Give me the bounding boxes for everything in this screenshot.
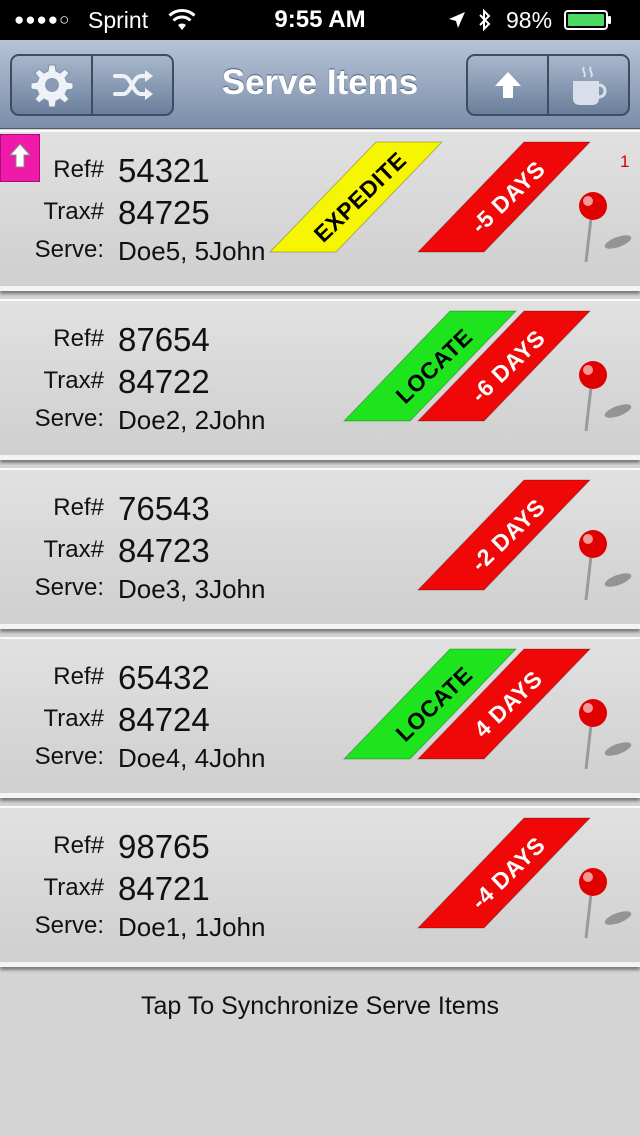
days-badge: -4 DAYS (416, 817, 598, 929)
ref-number: 98765 (118, 828, 210, 865)
serve-item-row[interactable]: Ref# 98765 Trax# 84721 Serve: Doe1, 1Joh… (0, 806, 640, 967)
battery-icon (564, 10, 611, 30)
status-bar: ●●●●○ Sprint 9:55 AM 98% (0, 0, 640, 40)
trax-label: Trax# (43, 198, 104, 225)
map-pin-icon[interactable] (574, 697, 632, 771)
right-button-group (466, 54, 630, 116)
serve-name: Doe1, 1John (118, 912, 266, 942)
serve-item-row[interactable]: Ref# 54321 Trax# 84725 Serve: Doe5, 5Joh… (0, 130, 640, 291)
trax-number: 84721 (118, 870, 210, 907)
up-arrow-icon (494, 72, 521, 98)
serve-item-row[interactable]: Ref# 65432 Trax# 84724 Serve: Doe4, 4Joh… (0, 637, 640, 798)
ref-label: Ref# (53, 832, 104, 859)
navigation-bar: Serve Items (0, 40, 640, 129)
settings-button[interactable] (12, 56, 91, 114)
serve-name: Doe2, 2John (118, 405, 266, 435)
map-pin-icon[interactable] (574, 528, 632, 602)
count-badge: 1 (620, 152, 630, 171)
days-badge: -2 DAYS (416, 479, 598, 591)
serve-label: Serve: (34, 236, 104, 263)
trax-label: Trax# (43, 705, 104, 732)
map-pin-icon[interactable] (574, 359, 632, 433)
trax-number: 84723 (118, 532, 210, 569)
bluetooth-icon (479, 8, 491, 32)
serve-label: Serve: (34, 743, 104, 770)
break-button[interactable] (547, 56, 628, 114)
serve-name: Doe3, 3John (118, 574, 266, 604)
coffee-cup-icon (572, 66, 606, 105)
trax-label: Trax# (43, 874, 104, 901)
days-badge: 4 DAYS (416, 648, 598, 760)
upload-button[interactable] (468, 56, 547, 114)
ref-number: 54321 (118, 152, 210, 189)
shuffle-button[interactable] (91, 56, 172, 114)
serve-name: Doe4, 4John (118, 743, 266, 773)
left-button-group (10, 54, 174, 116)
serve-items-list: Ref# 54321 Trax# 84725 Serve: Doe5, 5Joh… (0, 130, 640, 975)
serve-name: Doe5, 5John (118, 236, 266, 266)
location-arrow-icon (449, 12, 465, 28)
synchronize-button[interactable]: Tap To Synchronize Serve Items (0, 992, 640, 1021)
shuffle-icon (112, 70, 153, 100)
trax-label: Trax# (43, 536, 104, 563)
serve-label: Serve: (34, 574, 104, 601)
map-pin-icon[interactable] (574, 190, 632, 264)
trax-number: 84724 (118, 701, 210, 738)
ref-number: 65432 (118, 659, 210, 696)
days-badge: -5 DAYS (416, 141, 598, 253)
page-title: Serve Items (221, 63, 419, 102)
days-badge: -6 DAYS (416, 310, 598, 422)
battery-percentage: 98% (506, 7, 553, 33)
trax-label: Trax# (43, 367, 104, 394)
gear-icon (30, 64, 73, 107)
ref-label: Ref# (53, 494, 104, 521)
serve-item-row[interactable]: Ref# 87654 Trax# 84722 Serve: Doe2, 2Joh… (0, 299, 640, 460)
serve-label: Serve: (34, 405, 104, 432)
serve-label: Serve: (34, 912, 104, 939)
ref-label: Ref# (53, 325, 104, 352)
trax-number: 84722 (118, 363, 210, 400)
move-to-top-button[interactable] (0, 134, 40, 182)
ref-label: Ref# (53, 663, 104, 690)
ref-number: 87654 (118, 321, 210, 358)
white-up-arrow-icon (8, 143, 32, 168)
map-pin-icon[interactable] (574, 866, 632, 940)
trax-number: 84725 (118, 194, 210, 231)
serve-item-row[interactable]: Ref# 76543 Trax# 84723 Serve: Doe3, 3Joh… (0, 468, 640, 629)
ref-number: 76543 (118, 490, 210, 527)
